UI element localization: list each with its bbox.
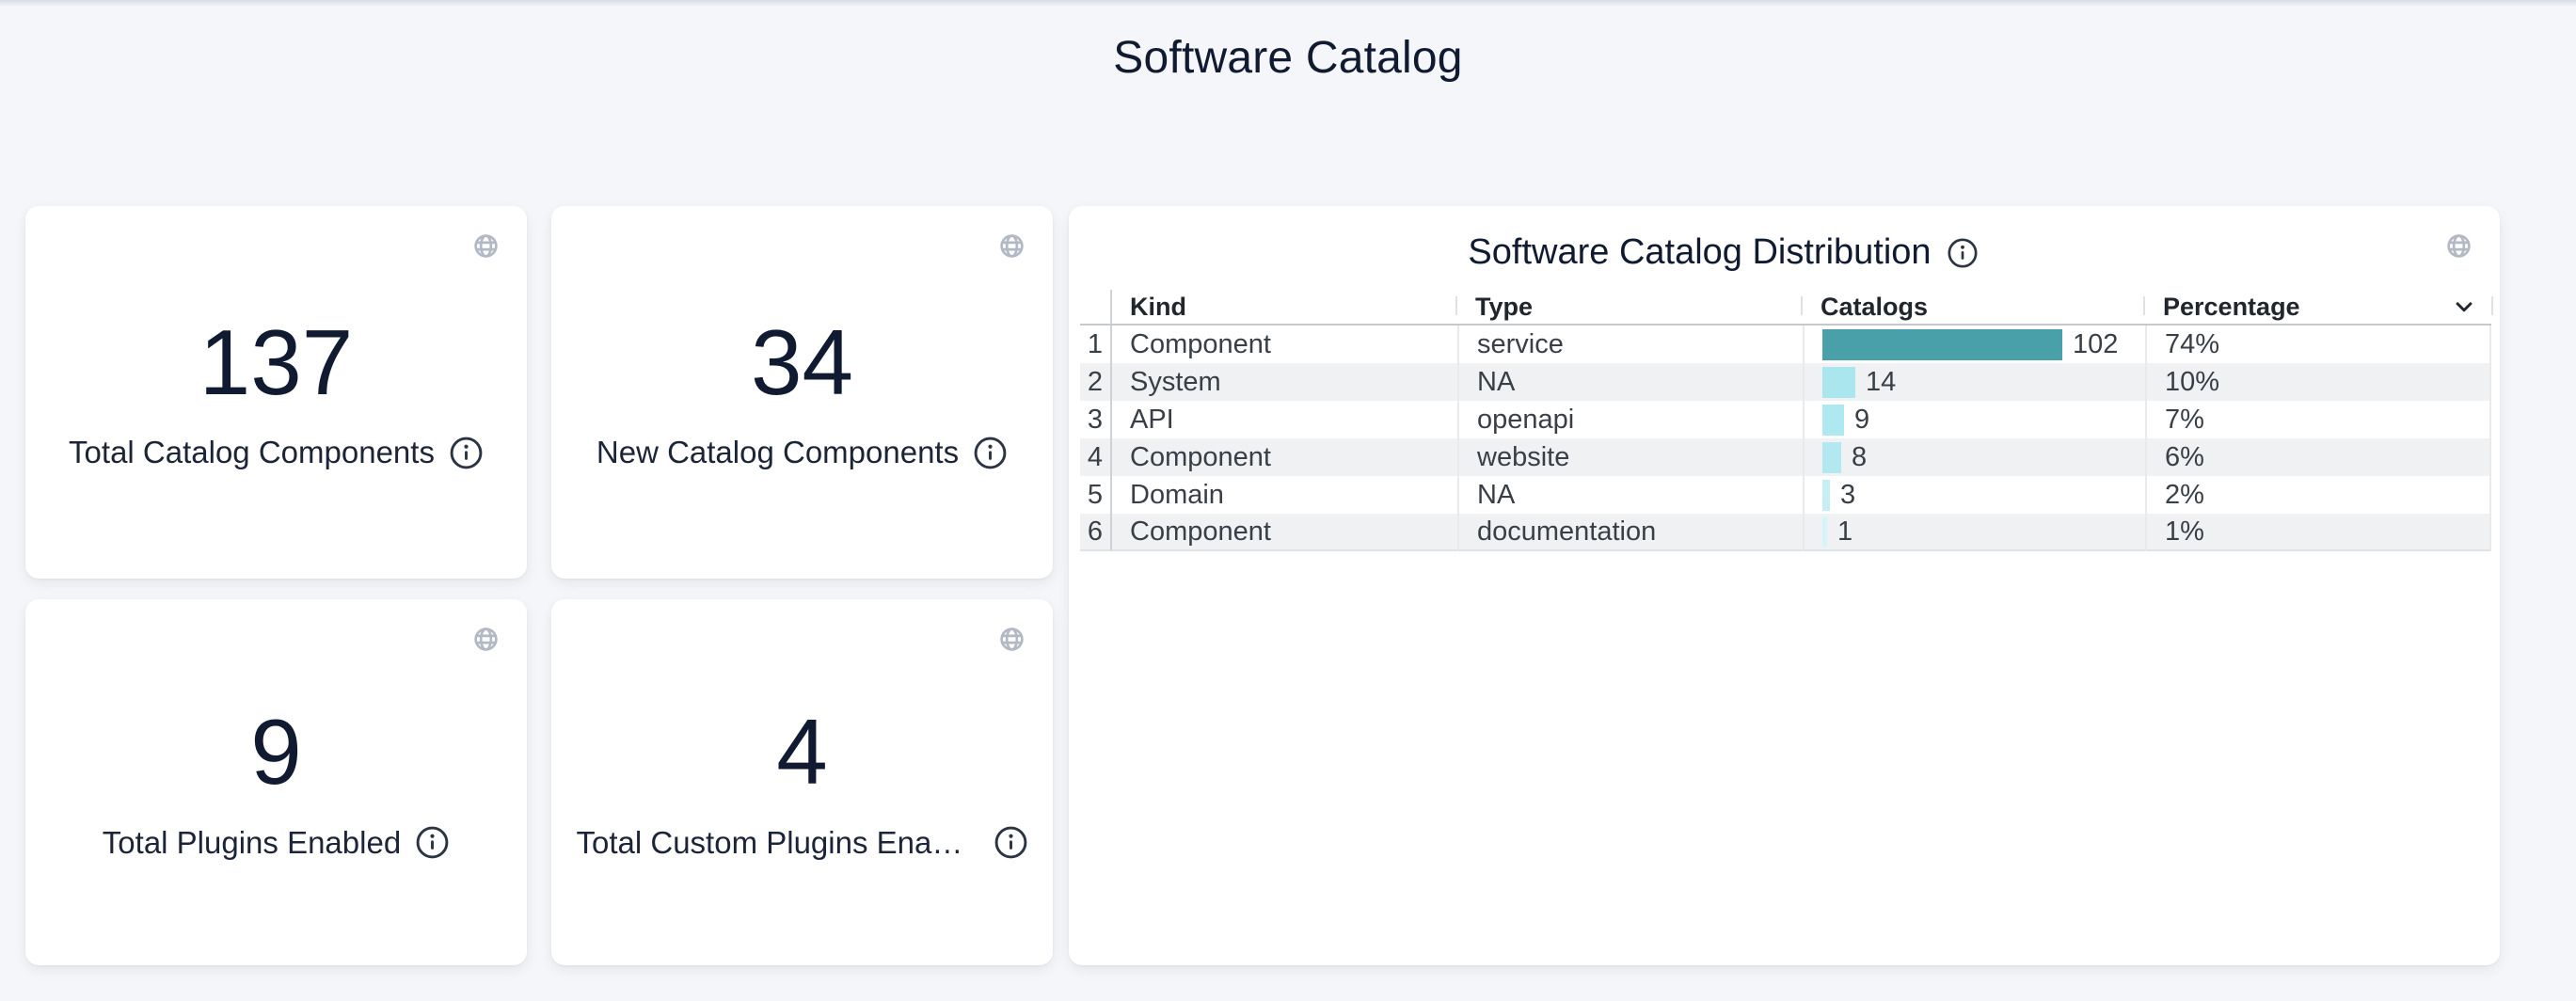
catalog-count: 3	[1840, 480, 1855, 511]
type-cell: documentation	[1457, 514, 1803, 551]
stat-card-new-catalog-components: 34 New Catalog Components	[551, 206, 1053, 579]
catalog-bar	[1822, 442, 1841, 473]
percentage-cell: 10%	[2145, 363, 2491, 401]
info-icon[interactable]	[1947, 237, 1979, 269]
stat-label: New Catalog Components	[596, 435, 959, 470]
column-header-percentage-label: Percentage	[2163, 293, 2300, 322]
catalog-count: 14	[1866, 367, 1896, 398]
kind-cell: Component	[1110, 514, 1457, 551]
type-cell: NA	[1457, 363, 1803, 401]
info-icon[interactable]	[994, 825, 1028, 860]
catalog-count: 8	[1852, 442, 1867, 473]
info-icon[interactable]	[415, 825, 450, 860]
globe-icon[interactable]	[467, 227, 504, 264]
column-header-percentage[interactable]: Percentage	[2145, 290, 2491, 326]
catalog-bar	[1822, 480, 1830, 511]
percentage-cell: 2%	[2145, 476, 2491, 514]
percentage-cell: 1%	[2145, 514, 2491, 551]
top-edge-shadow	[0, 0, 2576, 7]
row-number-cell: 1	[1080, 326, 1110, 363]
catalogs-cell: 14	[1803, 363, 2145, 401]
stat-value: 4	[776, 704, 828, 801]
globe-icon[interactable]	[467, 620, 504, 658]
type-cell: service	[1457, 326, 1803, 363]
row-number-cell: 4	[1080, 438, 1110, 476]
info-icon[interactable]	[973, 436, 1008, 470]
type-cell: openapi	[1457, 401, 1803, 438]
type-cell: website	[1457, 438, 1803, 476]
kind-cell: Component	[1110, 326, 1457, 363]
type-cell: NA	[1457, 476, 1803, 514]
column-header-row-number	[1080, 290, 1110, 326]
catalogs-cell: 9	[1803, 401, 2145, 438]
distribution-title: Software Catalog Distribution	[1468, 232, 1931, 273]
software-catalog-distribution-card: Software Catalog Distribution Kind Type …	[1069, 206, 2500, 965]
percentage-cell: 7%	[2145, 401, 2491, 438]
row-number-cell: 5	[1080, 476, 1110, 514]
info-icon[interactable]	[449, 436, 484, 470]
globe-icon[interactable]	[993, 620, 1030, 658]
distribution-table: Kind Type Catalogs Percentage 1 Componen…	[1080, 290, 2491, 551]
column-header-type[interactable]: Type	[1457, 290, 1803, 326]
percentage-cell: 6%	[2145, 438, 2491, 476]
chevron-down-icon[interactable]	[2450, 293, 2478, 321]
stat-card-total-custom-plugins-enabled: 4 Total Custom Plugins Enabl...	[551, 599, 1053, 965]
column-header-catalogs[interactable]: Catalogs	[1803, 290, 2145, 326]
page-title: Software Catalog	[0, 32, 2576, 84]
catalogs-cell: 3	[1803, 476, 2145, 514]
catalog-count: 1	[1837, 516, 1852, 548]
row-number-cell: 6	[1080, 514, 1110, 551]
catalog-bar	[1822, 405, 1844, 436]
percentage-cell: 74%	[2145, 326, 2491, 363]
catalogs-cell: 102	[1803, 326, 2145, 363]
catalog-bar	[1822, 329, 2062, 360]
column-header-kind[interactable]: Kind	[1110, 290, 1457, 326]
stat-value: 137	[199, 314, 354, 411]
kind-cell: System	[1110, 363, 1457, 401]
globe-icon[interactable]	[2440, 227, 2477, 264]
catalog-count: 9	[1854, 405, 1869, 436]
catalogs-cell: 1	[1803, 514, 2145, 551]
row-number-cell: 2	[1080, 363, 1110, 401]
catalog-bar	[1822, 516, 1827, 548]
stat-label: Total Plugins Enabled	[103, 825, 401, 861]
globe-icon[interactable]	[993, 227, 1030, 264]
stat-value: 9	[250, 704, 302, 801]
kind-cell: Domain	[1110, 476, 1457, 514]
stat-label: Total Catalog Components	[69, 435, 435, 470]
catalog-count: 102	[2073, 329, 2118, 360]
catalog-bar	[1822, 367, 1855, 398]
stat-card-total-catalog-components: 137 Total Catalog Components	[25, 206, 527, 579]
stat-value: 34	[751, 314, 853, 411]
kind-cell: Component	[1110, 438, 1457, 476]
catalogs-cell: 8	[1803, 438, 2145, 476]
stat-card-total-plugins-enabled: 9 Total Plugins Enabled	[25, 599, 527, 965]
kind-cell: API	[1110, 401, 1457, 438]
stat-label: Total Custom Plugins Enabl...	[577, 825, 979, 861]
row-number-cell: 3	[1080, 401, 1110, 438]
